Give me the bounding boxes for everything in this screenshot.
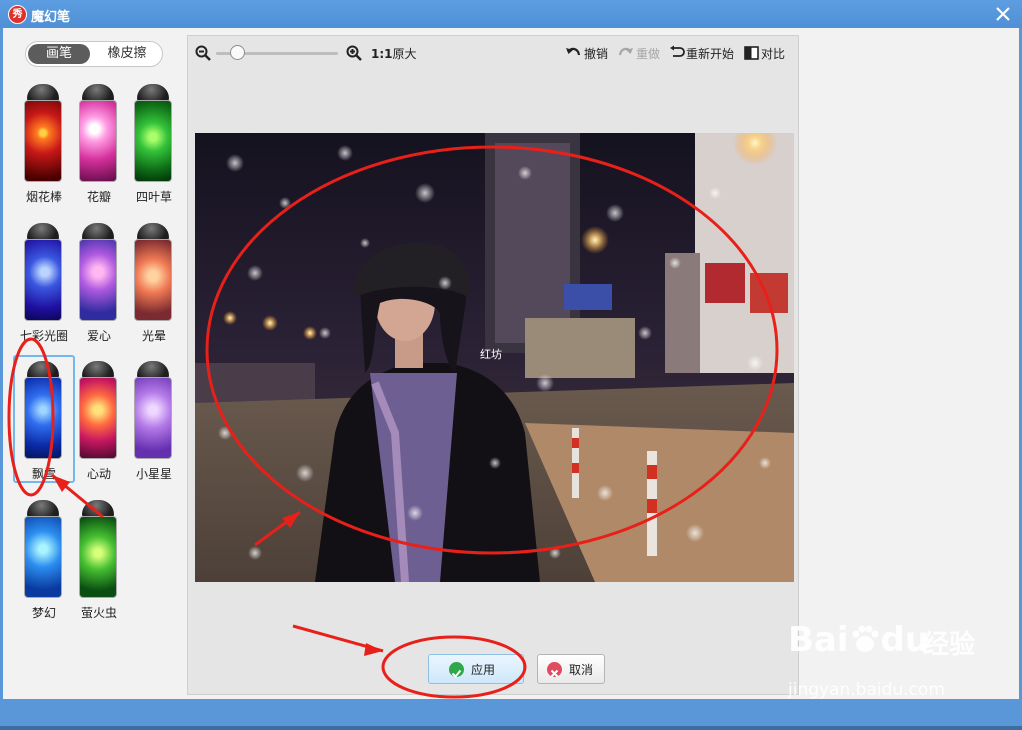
title-bar: 秀 魔幻笔 xyxy=(0,0,1022,28)
brush-little-stars[interactable]: 小星星 xyxy=(126,361,182,483)
window-title: 魔幻笔 xyxy=(31,10,71,25)
brush-label: 光晕 xyxy=(141,329,166,343)
close-icon[interactable] xyxy=(992,3,1014,25)
undo-button[interactable]: 撤销 xyxy=(584,45,608,62)
zoom-out-icon[interactable] xyxy=(195,45,211,61)
brush-petals-swatch xyxy=(79,100,117,182)
watermark-cn: 经验 xyxy=(923,630,976,660)
app-logo-icon: 秀 xyxy=(8,5,27,24)
baidu-watermark: Bai du 经验 jingyan.baidu.com xyxy=(788,618,988,708)
brush-halo-swatch xyxy=(134,239,172,321)
zoom-slider-handle[interactable] xyxy=(230,45,245,60)
redo-icon[interactable] xyxy=(618,45,634,61)
brush-rainbow-ring-swatch xyxy=(24,239,62,321)
restart-button[interactable]: 重新开始 xyxy=(686,45,734,62)
check-icon xyxy=(449,662,464,678)
brush-firefly[interactable]: 萤火虫 xyxy=(71,500,127,622)
watermark-url: jingyan.baidu.com xyxy=(788,680,945,700)
redo-button[interactable]: 重做 xyxy=(636,45,660,62)
brush-label: 小星星 xyxy=(135,467,172,481)
photo-canvas[interactable]: 红坊 xyxy=(195,133,794,582)
street-night-photo: 红坊 xyxy=(195,133,794,582)
cancel-x-icon xyxy=(547,662,562,678)
restart-icon[interactable] xyxy=(669,45,685,61)
brush-snow-swatch xyxy=(24,377,62,459)
apply-label: 应用 xyxy=(471,663,496,677)
cancel-label: 取消 xyxy=(569,663,594,677)
shop-sign-text: 红坊 xyxy=(480,347,502,361)
brush-label: 萤火虫 xyxy=(80,606,117,620)
apply-button[interactable]: 应用 xyxy=(428,654,524,684)
brush-fireworks-swatch xyxy=(24,100,62,182)
editor-toolbar: 1:1原大 撤销 重做 重新开始 对比 xyxy=(188,36,798,70)
brush-little-stars-swatch xyxy=(134,377,172,459)
dialog-body: 画笔 橡皮擦 烟花棒 花瓣 四叶草 七彩光圈 爱心 光晕 飘雪 心动 小星星 梦… xyxy=(3,28,1019,699)
brush-heartbeat-swatch xyxy=(79,377,117,459)
zoom-in-icon[interactable] xyxy=(346,45,362,61)
compare-icon[interactable] xyxy=(744,45,760,61)
brush-clover[interactable]: 四叶草 xyxy=(126,84,182,206)
brush-halo[interactable]: 光晕 xyxy=(126,223,182,345)
brush-firefly-swatch xyxy=(79,516,117,598)
tab-brush[interactable]: 画笔 xyxy=(28,44,90,64)
original-size-label: 原大 xyxy=(392,47,417,61)
compare-button[interactable]: 对比 xyxy=(761,45,785,62)
brush-clover-swatch xyxy=(134,100,172,182)
brush-dream-swatch xyxy=(24,516,62,598)
zoom-ratio: 1:1 xyxy=(371,47,393,61)
original-size-button[interactable]: 1:1原大 xyxy=(371,45,417,62)
brush-love-swatch xyxy=(79,239,117,321)
paw-icon xyxy=(849,623,881,655)
undo-icon[interactable] xyxy=(565,45,581,61)
watermark-brand: Bai du xyxy=(788,620,930,660)
editor-panel: 1:1原大 撤销 重做 重新开始 对比 红坊 应用 取消 xyxy=(187,35,799,695)
cancel-button[interactable]: 取消 xyxy=(537,654,605,684)
mode-toggle: 画笔 橡皮擦 xyxy=(25,41,163,67)
tab-eraser[interactable]: 橡皮擦 xyxy=(96,44,158,64)
brush-label: 四叶草 xyxy=(135,190,172,204)
